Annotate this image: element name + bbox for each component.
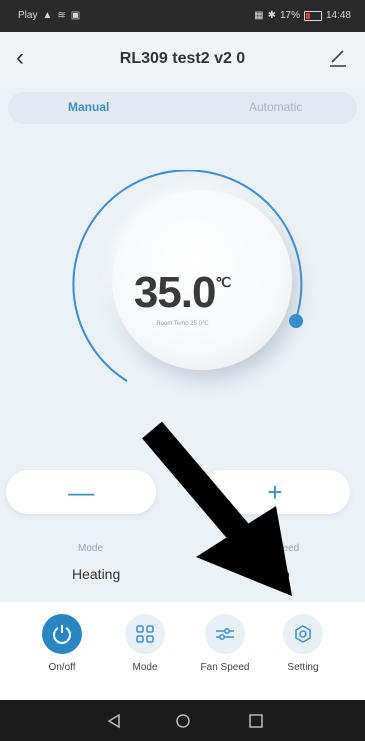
bluetooth-icon: ✱	[267, 10, 276, 21]
system-nav-bar	[0, 700, 365, 741]
status-bar: Play ▲ ≋ ▣ ▦ ✱ 17% 14:48	[0, 0, 365, 32]
tab-automatic[interactable]: Automatic	[249, 100, 302, 114]
battery-icon	[303, 10, 322, 21]
nav-onoff-label: On/off	[48, 662, 76, 673]
system-back-icon[interactable]	[106, 713, 122, 729]
wifi-icon: ≋	[57, 10, 66, 21]
settings-icon[interactable]	[283, 614, 323, 654]
page-title: RL309 test2 v2 0	[119, 50, 246, 67]
carrier-label: Play	[18, 10, 38, 21]
nav-fan-speed[interactable]: Fan Speed	[190, 614, 260, 673]
gallery-icon: ▣	[70, 10, 81, 21]
mode-tabs: Manual Automatic	[8, 92, 357, 124]
status-right: ▦ ✱ 17% 14:48	[254, 10, 351, 21]
increase-button[interactable]: +	[200, 470, 350, 514]
signal-icon: ▲	[42, 10, 53, 21]
fan-speed-label: peed	[277, 543, 300, 554]
sliders-icon[interactable]	[205, 614, 245, 654]
nav-mode-label: Mode	[132, 662, 158, 673]
mode-value: Heating	[72, 566, 121, 582]
temperature-value: 35.0	[133, 268, 217, 317]
edit-icon[interactable]	[329, 46, 347, 68]
fan-speed-value: to	[278, 566, 290, 582]
nfc-icon: ▦	[254, 10, 264, 21]
room-temperature: Room Temp 25.0℃	[156, 321, 209, 327]
power-icon[interactable]	[42, 614, 82, 654]
status-left: Play ▲ ≋ ▣	[18, 10, 80, 21]
app-header: ‹ RL309 test2 v2 0	[0, 32, 365, 88]
grid-icon[interactable]	[125, 614, 165, 654]
tab-manual[interactable]: Manual	[68, 100, 109, 114]
temperature-display: 35.0℃	[0, 268, 365, 318]
system-recents-icon[interactable]	[248, 713, 264, 729]
bottom-nav: On/off Mode Fan Speed Setting	[0, 602, 365, 700]
temperature-unit: ℃	[215, 274, 232, 290]
mode-label: Mode	[78, 543, 104, 554]
system-home-icon[interactable]	[175, 713, 191, 729]
nav-setting[interactable]: Setting	[268, 614, 338, 673]
nav-fan-speed-label: Fan Speed	[200, 662, 250, 673]
clock: 14:48	[325, 10, 351, 21]
nav-setting-label: Setting	[287, 662, 319, 673]
decrease-button[interactable]: —	[6, 470, 156, 514]
nav-onoff[interactable]: On/off	[27, 614, 97, 673]
nav-mode[interactable]: Mode	[110, 614, 180, 673]
battery-percent: 17%	[279, 10, 300, 21]
